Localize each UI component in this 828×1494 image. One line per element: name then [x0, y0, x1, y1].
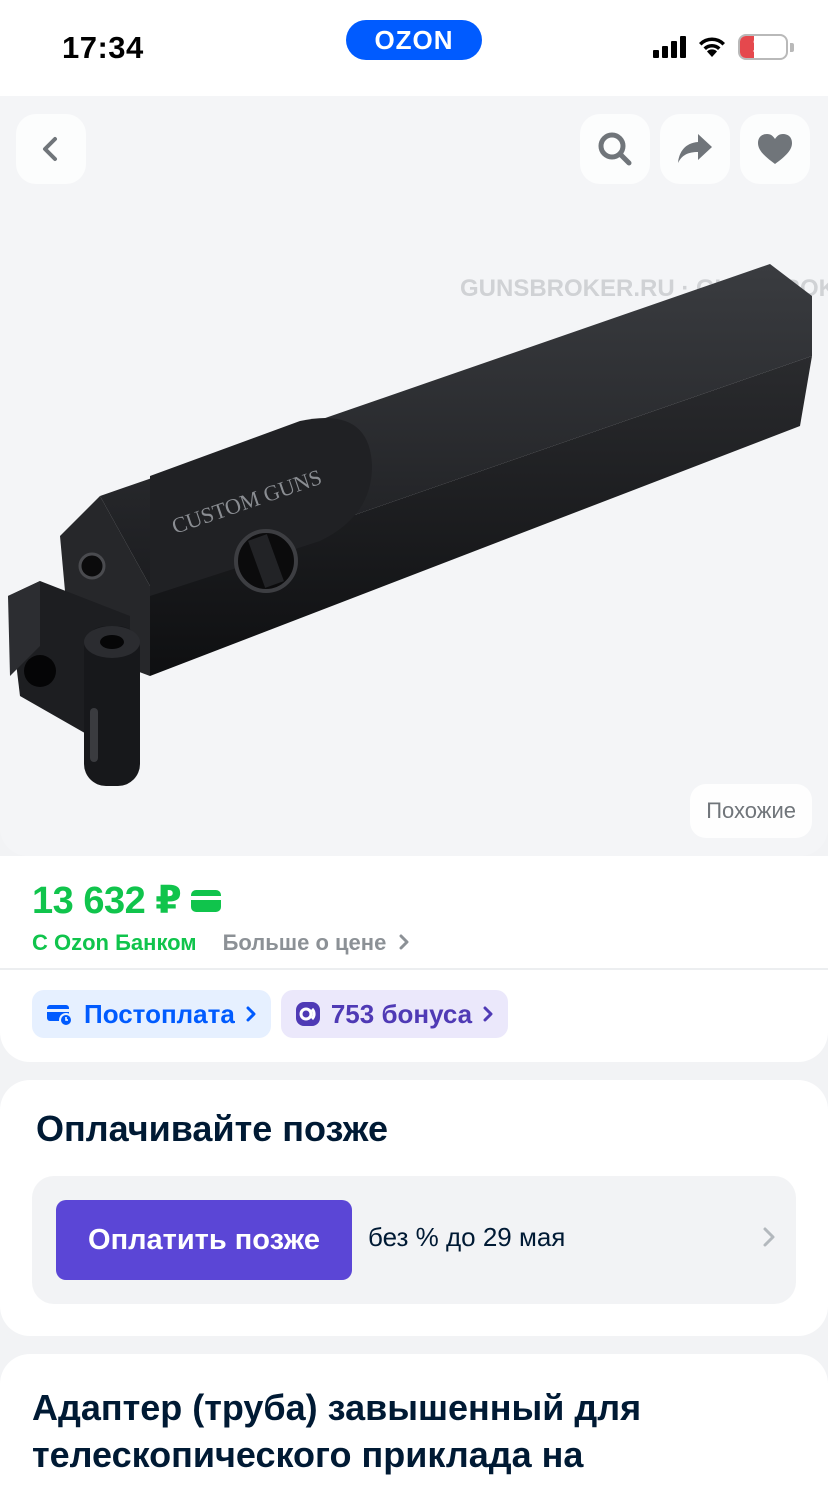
ozon-bank-label: С Ozon Банком	[32, 930, 197, 955]
price: 13 632 ₽	[32, 878, 222, 923]
product-gallery[interactable]: GUNSBROKER.RU · GUNSBROKER.RU · GUNSBROK…	[0, 96, 828, 856]
search-button[interactable]	[580, 114, 650, 184]
status-icons: 15	[653, 34, 794, 60]
wifi-icon	[699, 37, 725, 57]
search-icon	[598, 132, 632, 166]
more-price-label: Больше о цене	[222, 930, 387, 955]
price-info-row: С Ozon Банком Больше о цене	[32, 930, 410, 956]
status-bar: 17:34 OZON 15	[0, 0, 828, 96]
price-amount: 13 632 ₽	[32, 880, 182, 922]
chevron-right-icon	[763, 1227, 775, 1247]
price-card: 13 632 ₽ С Ozon Банком Больше о цене Пос…	[0, 856, 828, 1062]
chevron-left-icon	[43, 137, 57, 161]
pay-later-row[interactable]: Оплатить позже без % до 29 мая	[32, 1176, 796, 1304]
more-price-link[interactable]: Больше о цене	[223, 930, 411, 956]
battery-level: 15	[752, 36, 774, 57]
payment-chips: Постоплата 753 бонуса	[32, 990, 509, 1038]
postpay-label: Постоплата	[84, 998, 235, 1029]
divider	[0, 968, 828, 970]
pay-later-terms: без % до 29 мая	[368, 1222, 566, 1252]
product-title: Адаптер (труба) завышенный для телескопи…	[32, 1387, 642, 1475]
share-button[interactable]	[660, 114, 730, 184]
favorite-button[interactable]	[740, 114, 810, 184]
bonus-label: 753 бонуса	[330, 998, 473, 1029]
battery-icon: 15	[738, 34, 788, 60]
product-image: GUNSBROKER.RU · GUNSBROKER.RU · GUNSBROK…	[8, 264, 828, 786]
postpay-card-icon	[47, 1005, 73, 1027]
signal-icon	[653, 36, 686, 58]
share-icon	[678, 134, 712, 163]
status-time: 17:34	[62, 30, 144, 65]
chevron-right-icon	[483, 1006, 493, 1022]
pay-later-button[interactable]: Оплатить позже	[56, 1200, 352, 1280]
bonus-chip[interactable]: 753 бонуса	[280, 990, 509, 1038]
back-button[interactable]	[16, 114, 86, 184]
product-title-card: Адаптер (труба) завышенный для телескопи…	[0, 1354, 828, 1494]
ozon-logo: OZON	[346, 20, 482, 60]
chevron-right-icon	[399, 934, 409, 950]
pay-later-title: Оплачивайте позже	[36, 1108, 388, 1149]
chevron-right-icon	[246, 1006, 256, 1022]
heart-icon	[758, 134, 792, 164]
similar-button[interactable]: Похожие	[690, 784, 812, 838]
ozon-card-icon	[191, 889, 222, 912]
pay-later-card: Оплачивайте позже Оплатить позже без % д…	[0, 1080, 828, 1336]
postpay-chip[interactable]: Постоплата	[32, 990, 271, 1038]
bonus-icon	[295, 1002, 320, 1026]
